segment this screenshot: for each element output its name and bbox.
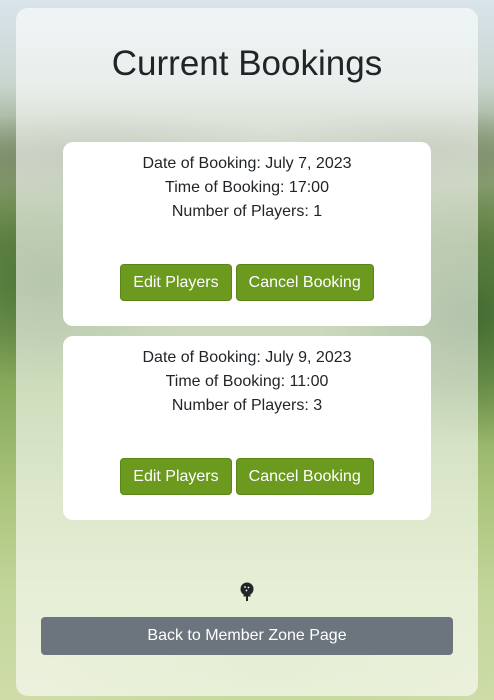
golf-ball-on-tee-icon (240, 582, 254, 601)
edit-players-button[interactable]: Edit Players (120, 458, 232, 495)
booking-date: Date of Booking: July 9, 2023 (142, 349, 352, 366)
booking-card: Date of Booking: July 9, 2023 Time of Bo… (63, 336, 431, 520)
back-to-member-zone-button[interactable]: Back to Member Zone Page (41, 617, 453, 655)
booking-players: Number of Players: 1 (171, 203, 323, 220)
cancel-booking-button[interactable]: Cancel Booking (235, 458, 374, 495)
booking-time: Time of Booking: 11:00 (165, 373, 329, 390)
cancel-booking-button[interactable]: Cancel Booking (235, 264, 374, 301)
booking-date: Date of Booking: July 7, 2023 (142, 155, 352, 172)
booking-time: Time of Booking: 17:00 (165, 179, 329, 196)
booking-players: Number of Players: 3 (171, 397, 323, 414)
booking-card: Date of Booking: July 7, 2023 Time of Bo… (63, 142, 431, 326)
bookings-panel: Current Bookings Date of Booking: July 7… (16, 8, 478, 696)
edit-players-button[interactable]: Edit Players (120, 264, 232, 301)
page-title: Current Bookings (111, 44, 383, 83)
